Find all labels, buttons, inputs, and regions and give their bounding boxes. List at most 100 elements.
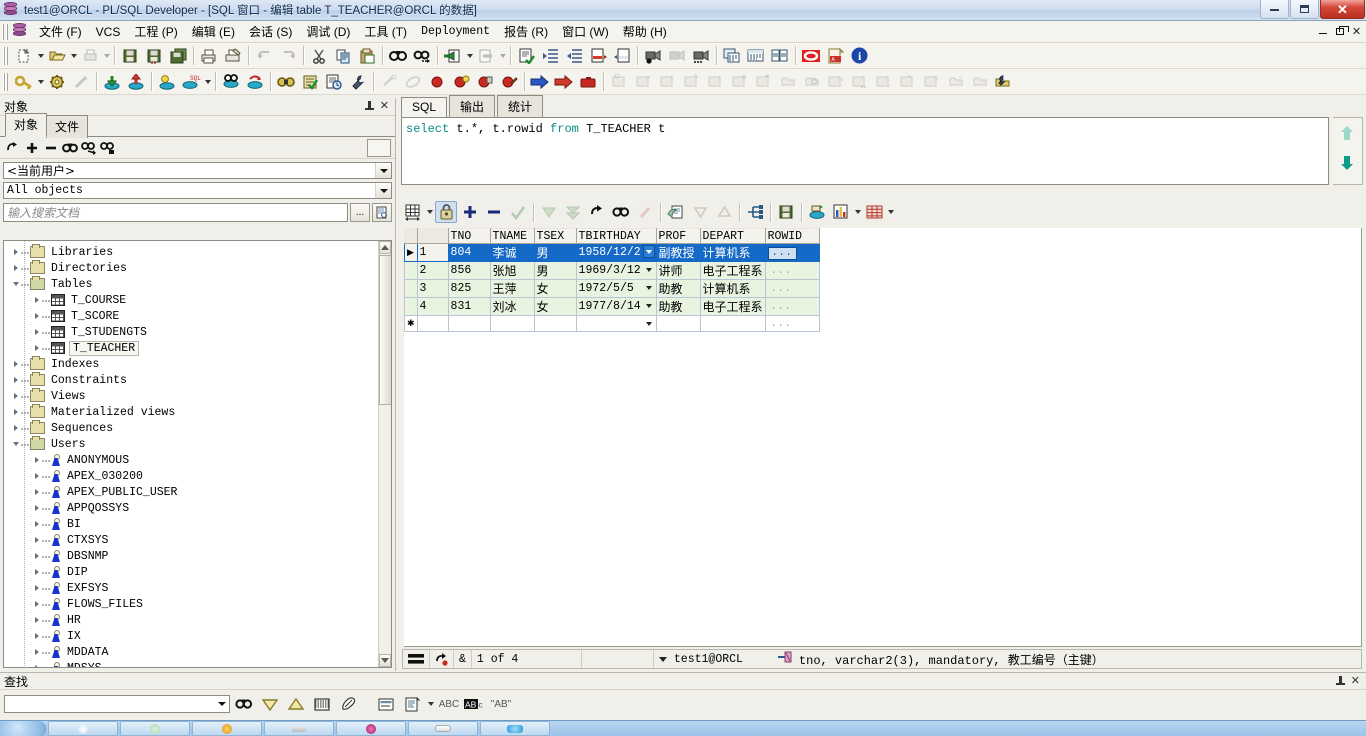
chevron-right-icon[interactable] (31, 631, 42, 642)
window-list-icon[interactable] (721, 45, 743, 67)
chart-icon[interactable] (830, 201, 852, 223)
find-icon[interactable] (610, 201, 632, 223)
tree-item[interactable]: Views (4, 388, 378, 404)
row-indicator[interactable]: ▶ (404, 243, 418, 262)
taskbar-item[interactable] (480, 721, 550, 736)
commit-icon[interactable] (101, 71, 123, 93)
chevron-right-icon[interactable] (31, 471, 42, 482)
chevron-right-icon[interactable] (31, 663, 42, 667)
tree-item[interactable]: Sequences (4, 420, 378, 436)
new-dropdown[interactable] (36, 46, 45, 66)
tab-sql[interactable]: SQL (401, 97, 448, 118)
search-browse-button[interactable]: ... (350, 203, 370, 222)
menu-help[interactable]: 帮助 (H) (616, 21, 674, 42)
grid-new-cell-tno[interactable] (447, 315, 491, 332)
grid-cell-rowid[interactable]: ... (764, 297, 820, 316)
print-preview-dropdown[interactable] (102, 46, 111, 66)
tree-item[interactable]: Indexes (4, 356, 378, 372)
menu-file[interactable]: 文件 (F) (32, 21, 89, 42)
whole-word-icon[interactable]: "AB" (489, 693, 513, 715)
menu-vcs[interactable]: VCS (89, 23, 128, 41)
single-record-dropdown[interactable] (886, 202, 895, 222)
window-cascade-icon[interactable] (769, 45, 791, 67)
cut-icon[interactable] (308, 45, 330, 67)
date-picker-button[interactable] (643, 317, 655, 330)
execute-icon[interactable] (156, 71, 178, 93)
scroll-thumb[interactable] (379, 255, 391, 405)
add-icon[interactable] (23, 139, 40, 156)
row-number[interactable]: 2 (416, 261, 449, 280)
object-browser-icon[interactable] (992, 71, 1014, 93)
grid-cell-tno[interactable]: 856 (447, 261, 491, 280)
highlight-icon[interactable] (336, 693, 360, 715)
object-type-combo[interactable]: All objects (3, 182, 392, 199)
grid-cell-tsex[interactable]: 女 (533, 279, 577, 298)
close-icon[interactable]: ✕ (380, 101, 389, 112)
menu-session[interactable]: 会话 (S) (242, 21, 299, 42)
find-next-icon[interactable] (411, 45, 433, 67)
chevron-right-icon[interactable] (31, 535, 42, 546)
tree-item[interactable]: T_SCORE (4, 308, 378, 324)
toolbar-grip-2[interactable] (3, 72, 9, 91)
refresh-icon[interactable] (4, 139, 21, 156)
oracle-icon[interactable] (800, 45, 822, 67)
execute-sql-icon[interactable]: SQL (180, 71, 202, 93)
record-macro-icon[interactable] (642, 45, 664, 67)
menu-tools[interactable]: 工具 (T) (357, 21, 414, 42)
rowid-ellipsis-button[interactable]: ... (768, 266, 795, 277)
find-objects-icon[interactable] (61, 139, 78, 156)
row-number[interactable]: 3 (416, 279, 449, 298)
refresh-icon[interactable] (586, 201, 608, 223)
arrow-down-icon[interactable] (1333, 148, 1361, 178)
indent-icon[interactable] (539, 45, 561, 67)
mdi-minimize-button[interactable] (1315, 24, 1330, 38)
about-icon[interactable]: i (848, 45, 870, 67)
grid-layout-dropdown[interactable] (425, 202, 434, 222)
find-all-icon[interactable] (310, 693, 334, 715)
grid-cell-tname[interactable]: 李诚 (489, 243, 535, 262)
taskbar-item[interactable] (408, 721, 478, 736)
minimize-button[interactable] (1260, 0, 1289, 19)
chevron-right-icon[interactable] (31, 615, 42, 626)
grid-column-header[interactable]: TNAME (489, 228, 535, 244)
tab-files[interactable]: 文件 (46, 115, 89, 138)
objects-filter-box[interactable] (367, 138, 391, 157)
lock-record-icon[interactable] (435, 201, 457, 223)
print-icon[interactable] (198, 45, 220, 67)
pdf-icon[interactable]: A (824, 45, 846, 67)
row-indicator[interactable] (404, 261, 418, 280)
grid-row[interactable]: 2 856 张旭男 1969/3/12 讲师 电子工程系... (404, 261, 820, 280)
grid-layout-icon[interactable] (402, 201, 424, 223)
grid-new-cell-tname[interactable] (489, 315, 535, 332)
import-dropdown[interactable] (465, 46, 474, 66)
step-forward-icon[interactable] (553, 71, 575, 93)
object-tree[interactable]: Libraries Directories Tables T_COURSE T_SCOR… (3, 240, 392, 668)
execute-sql-dropdown[interactable] (203, 72, 212, 92)
date-picker-button[interactable] (643, 281, 655, 294)
find-icon[interactable] (232, 693, 256, 715)
filter-icon[interactable] (80, 139, 97, 156)
chevron-right-icon[interactable] (31, 551, 42, 562)
new-row-marker[interactable]: ✱ (404, 315, 418, 332)
abort-icon[interactable] (577, 71, 599, 93)
tree-item[interactable]: APEX_PUBLIC_USER (4, 484, 378, 500)
chevron-right-icon[interactable] (31, 567, 42, 578)
row-number[interactable]: 4 (416, 297, 449, 316)
tree-item[interactable]: Users (4, 436, 378, 452)
grid-cell-tname[interactable]: 张旭 (489, 261, 535, 280)
tree-item[interactable]: MDSYS (4, 660, 378, 667)
chevron-right-icon[interactable] (31, 311, 42, 322)
scroll-down-button[interactable] (379, 654, 391, 667)
grid-cell-depart[interactable]: 计算机系 (699, 243, 766, 262)
menu-debug[interactable]: 调试 (D) (299, 21, 357, 42)
tab-output[interactable]: 输出 (449, 95, 496, 118)
tree-item[interactable]: Constraints (4, 372, 378, 388)
grid-column-header[interactable]: TSEX (533, 228, 577, 244)
toolbar-grip-1[interactable] (3, 46, 9, 65)
tree-item[interactable]: CTXSYS (4, 532, 378, 548)
taskbar-item[interactable] (48, 721, 118, 736)
chevron-right-icon[interactable] (31, 455, 42, 466)
new-icon[interactable] (13, 45, 35, 67)
tree-item[interactable]: FLOWS_FILES (4, 596, 378, 612)
compile-icon[interactable] (299, 71, 321, 93)
